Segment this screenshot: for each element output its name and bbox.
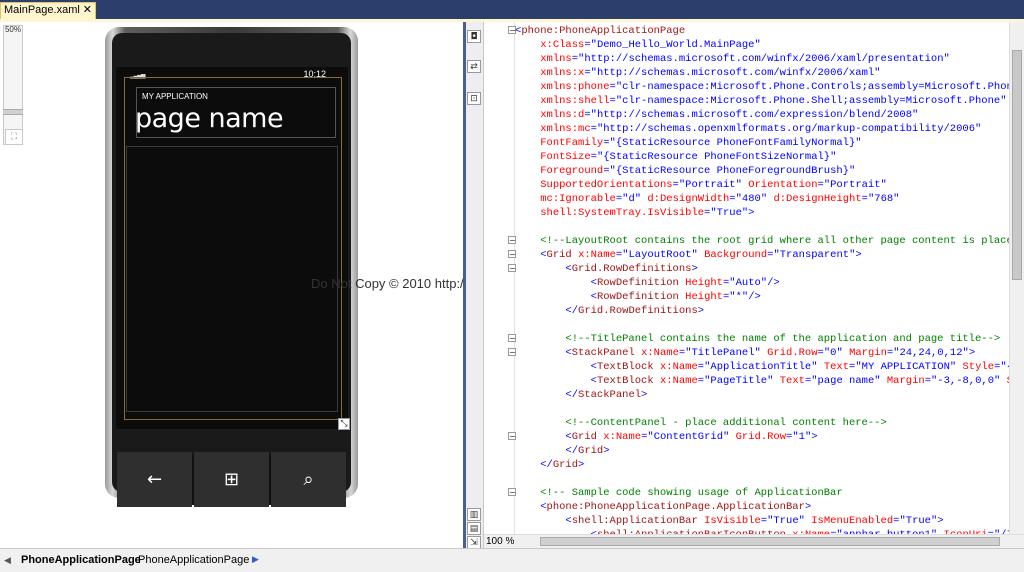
zoom-level-label: 50% xyxy=(4,25,21,34)
code-line[interactable]: <RowDefinition Height="Auto"/> xyxy=(515,276,780,290)
code-line[interactable]: x:Class="Demo_Hello_World.MainPage" xyxy=(515,38,761,52)
search-button-icon[interactable]: ⌕ xyxy=(271,452,346,507)
code-line[interactable]: shell:SystemTray.IsVisible="True"> xyxy=(515,206,754,220)
xaml-editor[interactable]: − − − − − − − − <phone:PhoneApplicationP… xyxy=(484,22,1009,534)
split-view-toolbar: ◘ ⇄ ⊡ ▥ ▤ ⇲ xyxy=(466,22,484,549)
phone-screen[interactable]: ▂▃▄▅ 10:12 MY APPLICATION page name xyxy=(116,67,348,429)
code-line[interactable]: <!-- Sample code showing usage of Applic… xyxy=(515,486,842,500)
code-line[interactable]: <!--ContentPanel - place additional cont… xyxy=(515,416,886,430)
code-line[interactable]: xmlns:phone="clr-namespace:Microsoft.Pho… xyxy=(515,80,1009,94)
collapse-pane-icon[interactable]: ◘ xyxy=(467,30,481,43)
code-line[interactable]: xmlns:shell="clr-namespace:Microsoft.Pho… xyxy=(515,94,1006,108)
swap-panes-icon[interactable]: ⇄ xyxy=(467,60,481,73)
code-line[interactable]: <Grid.RowDefinitions> xyxy=(515,262,697,276)
code-line[interactable]: <TextBlock x:Name="ApplicationTitle" Tex… xyxy=(515,360,1009,374)
expand-pane-icon[interactable]: ⊡ xyxy=(467,92,481,105)
element-breadcrumb-bar: ◀ PhoneApplicationPage PhoneApplicationP… xyxy=(0,548,1024,572)
breadcrumb-root[interactable]: PhoneApplicationPage xyxy=(21,554,141,566)
horizontal-scrollbar-thumb[interactable] xyxy=(540,537,1000,546)
phone-hardware-buttons: ← ⊞ ⌕ xyxy=(117,452,347,507)
tab-label: MainPage.xaml xyxy=(4,4,80,16)
editor-horizontal-scrollbar[interactable]: 100 % xyxy=(484,534,1024,549)
code-line[interactable]: xmlns="http://schemas.microsoft.com/winf… xyxy=(515,52,950,66)
code-line[interactable]: <phone:PhoneApplicationPage xyxy=(515,24,685,38)
code-line[interactable]: </Grid> xyxy=(515,458,584,472)
code-line[interactable]: </Grid.RowDefinitions> xyxy=(515,304,704,318)
application-title[interactable]: MY APPLICATION xyxy=(142,92,208,101)
code-line[interactable]: SupportedOrientations="Portrait" Orienta… xyxy=(515,178,887,192)
breadcrumb-current[interactable]: PhoneApplicationPage xyxy=(138,554,249,566)
code-line[interactable]: <RowDefinition Height="*"/> xyxy=(515,290,761,304)
close-icon[interactable]: ✕ xyxy=(83,3,92,18)
horizontal-split-icon[interactable]: ▤ xyxy=(467,522,481,535)
code-line[interactable]: FontSize="{StaticResource PhoneFontSizeN… xyxy=(515,150,836,164)
resize-handle-icon[interactable]: ⤡ xyxy=(338,418,350,430)
code-line[interactable]: xmlns:x="http://schemas.microsoft.com/wi… xyxy=(515,66,880,80)
document-tab-strip xyxy=(0,0,1024,19)
code-line[interactable]: </Grid> xyxy=(515,444,609,458)
vertical-split-icon[interactable]: ▥ xyxy=(467,508,481,521)
code-line[interactable]: <!--LayoutRoot contains the root grid wh… xyxy=(515,234,1009,248)
code-line[interactable]: <Grid x:Name="LayoutRoot" Background="Tr… xyxy=(515,248,861,262)
windows-start-button-icon[interactable]: ⊞ xyxy=(194,452,269,507)
code-line[interactable]: mc:Ignorable="d" d:DesignWidth="480" d:D… xyxy=(515,192,899,206)
code-line[interactable]: <phone:PhoneApplicationPage.ApplicationB… xyxy=(515,500,811,514)
code-line[interactable]: <TextBlock x:Name="PageTitle" Text="page… xyxy=(515,374,1009,388)
code-line[interactable]: <StackPanel x:Name="TitlePanel" Grid.Row… xyxy=(515,346,975,360)
code-line[interactable]: <shell:ApplicationBar IsVisible="True" I… xyxy=(515,514,943,528)
code-line[interactable]: xmlns:mc="http://schemas.openxmlformats.… xyxy=(515,122,981,136)
zoom-slider[interactable] xyxy=(3,25,23,145)
code-line[interactable]: FontFamily="{StaticResource PhoneFontFam… xyxy=(515,136,861,150)
zoom-slider-thumb[interactable] xyxy=(3,109,23,115)
outline-gutter: − − − − − − − − xyxy=(484,22,516,534)
code-line[interactable]: <Grid x:Name="ContentGrid" Grid.Row="1"> xyxy=(515,430,817,444)
code-line[interactable]: <!--TitlePanel contains the name of the … xyxy=(515,332,1000,346)
back-button-icon[interactable]: ← xyxy=(117,452,192,507)
code-line[interactable]: xmlns:d="http://schemas.microsoft.com/ex… xyxy=(515,108,918,122)
tab-mainpage-xaml[interactable]: MainPage.xaml ✕ xyxy=(0,2,96,19)
code-lines[interactable]: <phone:PhoneApplicationPage x:Class="Dem… xyxy=(515,22,1009,534)
breadcrumb-next-icon[interactable]: ▶ xyxy=(252,554,259,565)
editor-zoom-select[interactable]: 100 % xyxy=(484,535,536,549)
fit-to-screen-icon[interactable]: ⛶ xyxy=(5,129,23,145)
editor-vertical-scrollbar[interactable] xyxy=(1009,22,1024,534)
code-line[interactable]: Foreground="{StaticResource PhoneForegro… xyxy=(515,164,855,178)
code-line[interactable]: </StackPanel> xyxy=(515,388,647,402)
page-title[interactable]: page name xyxy=(135,103,284,134)
content-grid[interactable] xyxy=(126,146,338,412)
breadcrumb-back-icon[interactable]: ◀ xyxy=(4,555,11,566)
scrollbar-thumb[interactable] xyxy=(1012,50,1022,280)
